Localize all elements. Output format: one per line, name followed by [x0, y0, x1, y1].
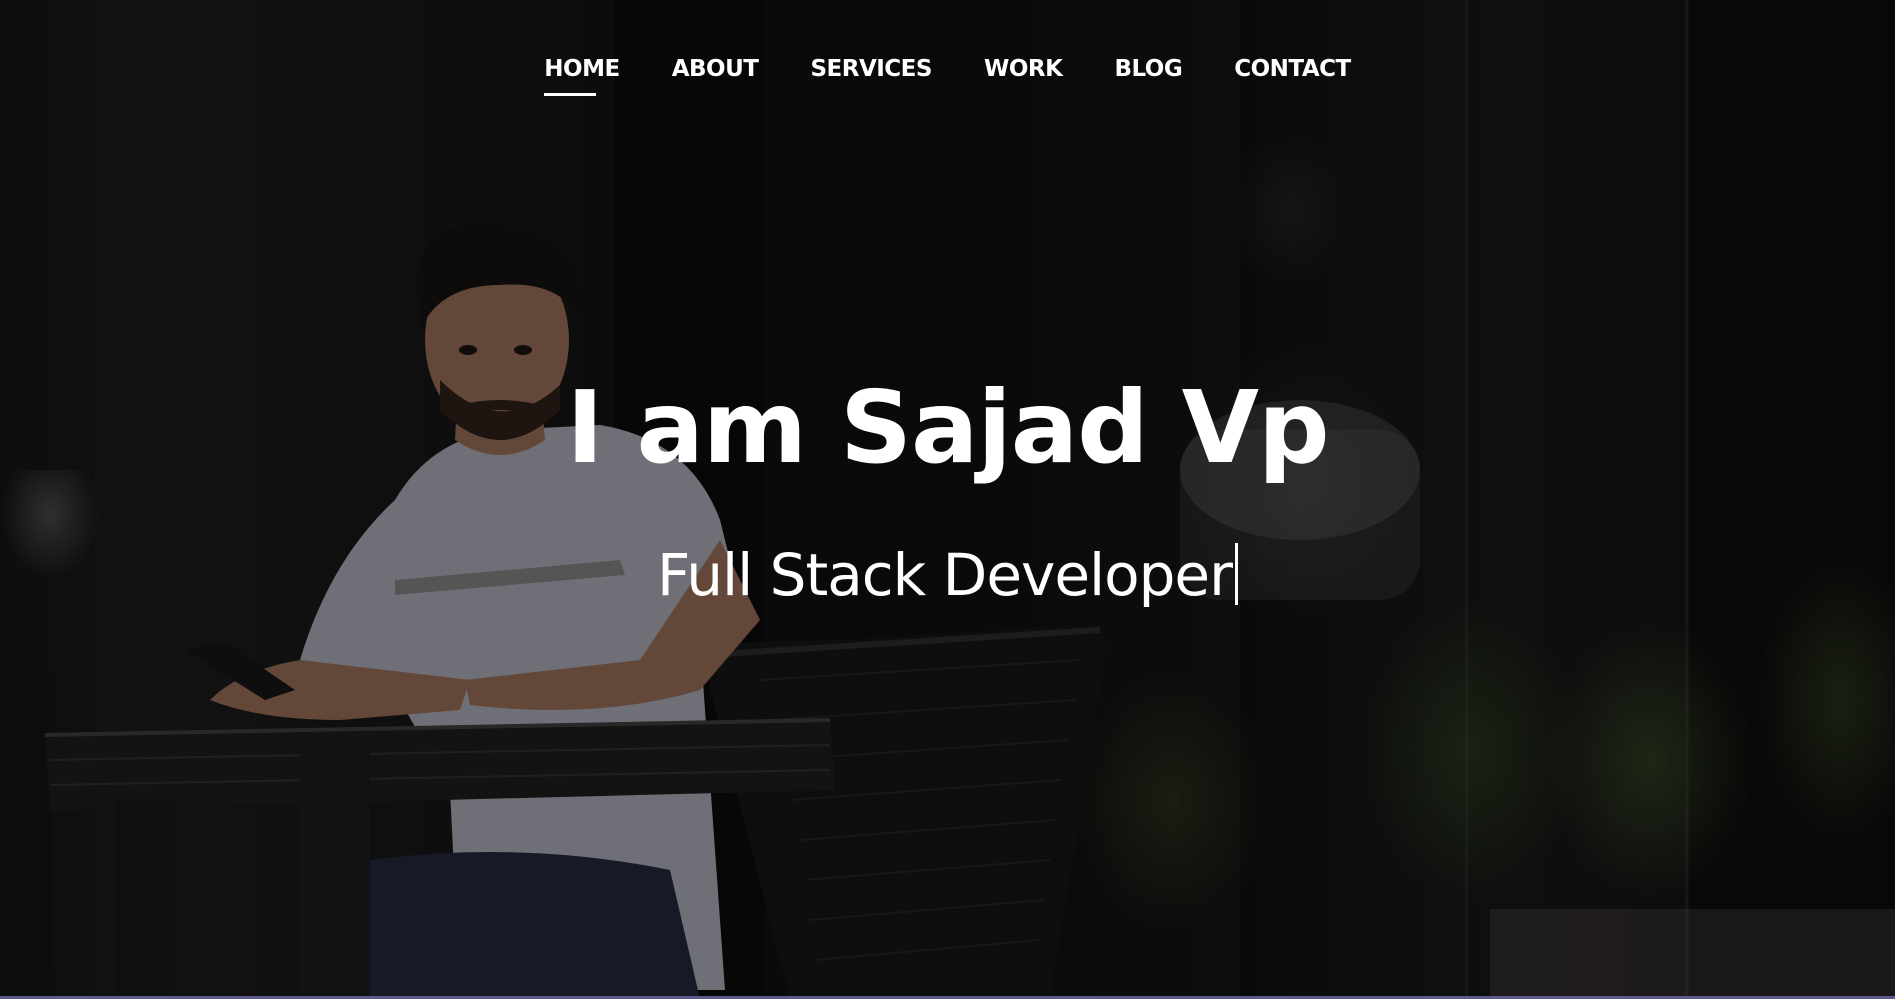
- dark-overlay: [0, 0, 1895, 999]
- nav-about[interactable]: ABOUT: [646, 52, 785, 86]
- nav-contact[interactable]: CONTACT: [1208, 52, 1376, 86]
- nav-home[interactable]: HOME: [518, 52, 645, 96]
- hero-title: I am Sajad Vp: [566, 369, 1329, 486]
- hero-section: HOME ABOUT SERVICES WORK BLOG CONTACT I …: [0, 0, 1895, 999]
- nav-work[interactable]: WORK: [958, 52, 1088, 86]
- hero-subtitle-wrapper: Full Stack Developer: [0, 538, 1895, 612]
- nav-blog[interactable]: BLOG: [1088, 52, 1208, 86]
- main-nav: HOME ABOUT SERVICES WORK BLOG CONTACT: [0, 52, 1895, 96]
- nav-services[interactable]: SERVICES: [784, 52, 958, 86]
- hero-subtitle: Full Stack Developer: [657, 541, 1233, 609]
- typing-cursor: [1234, 543, 1238, 605]
